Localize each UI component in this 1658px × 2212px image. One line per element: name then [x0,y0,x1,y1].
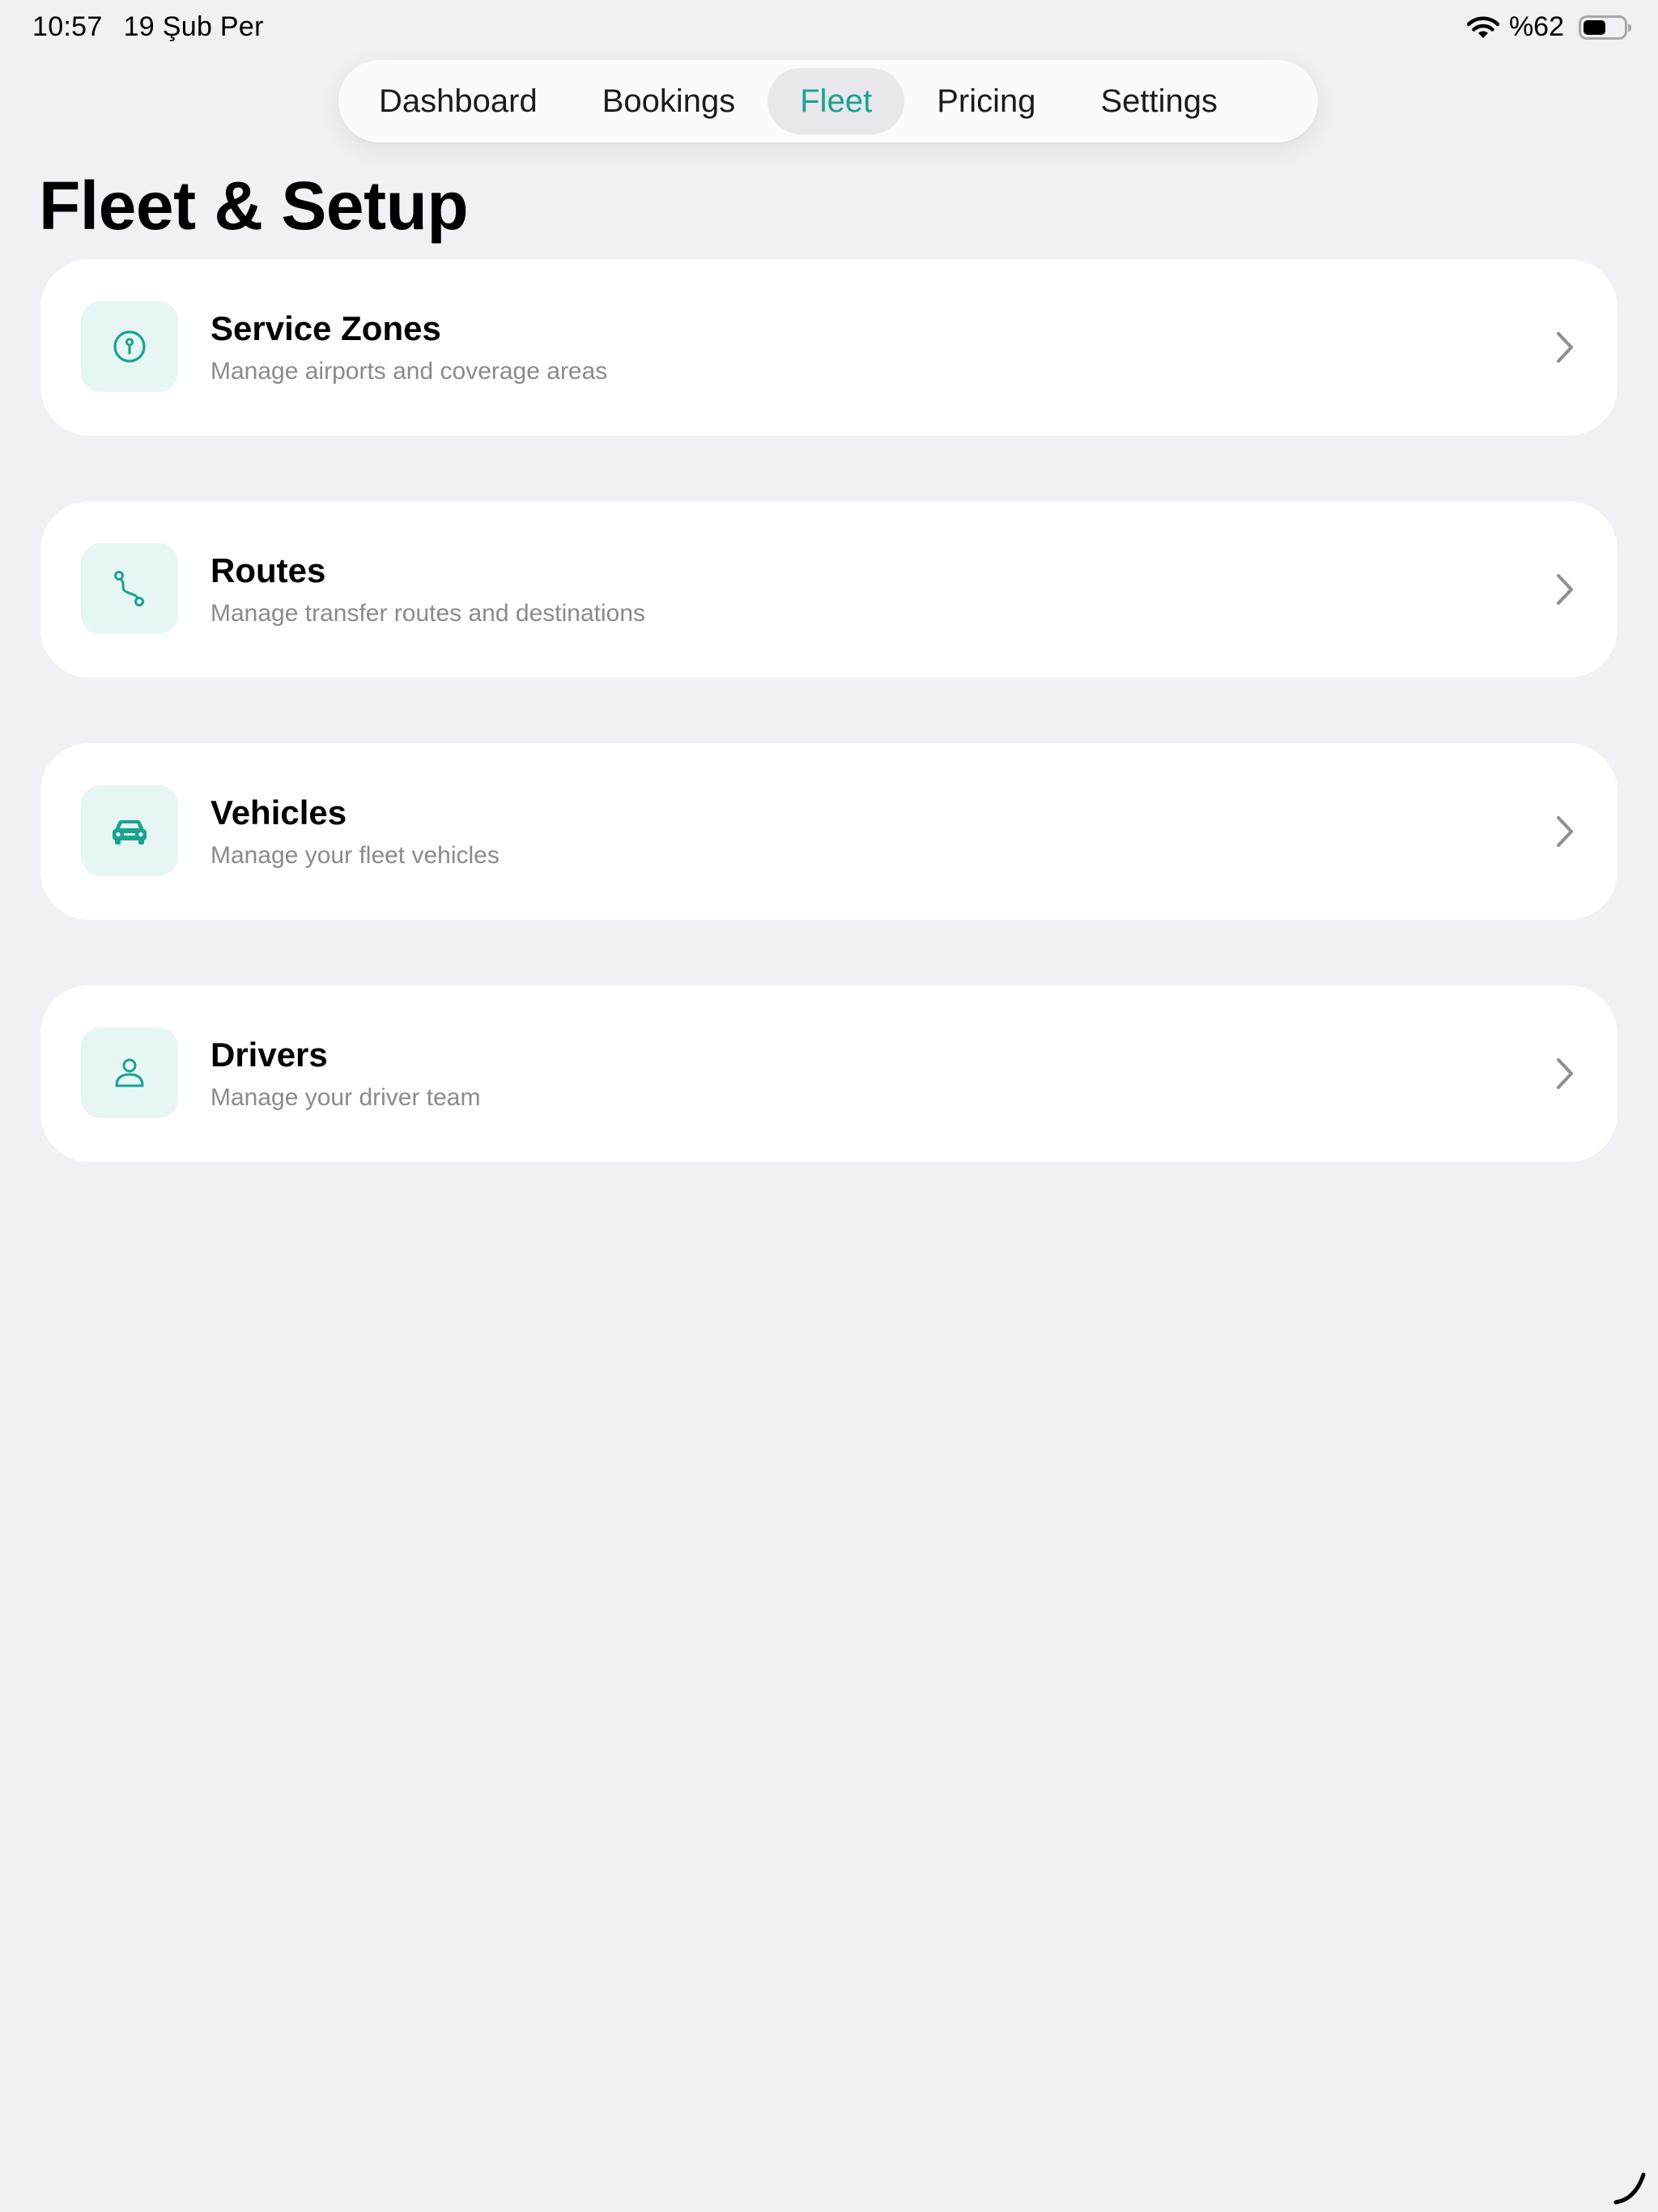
tab-settings[interactable]: Settings [1068,68,1250,134]
card-title: Routes [210,551,326,589]
resize-corner-icon [1613,2172,1646,2205]
status-time: 10:57 [32,11,103,42]
page-title: Fleet & Setup [39,168,469,244]
battery-level [1584,19,1606,35]
card-icon-tile [81,543,178,634]
tab-dashboard[interactable]: Dashboard [346,68,570,134]
battery-icon [1579,15,1631,40]
tab-fleet[interactable]: Fleet [767,68,905,134]
card-subtitle: Manage transfer routes and destinations [210,600,645,627]
drivers-card[interactable]: Drivers Manage your driver team [40,985,1618,1162]
card-subtitle: Manage airports and coverage areas [210,358,608,385]
route-icon [114,571,144,606]
tab-bookings[interactable]: Bookings [570,68,768,134]
card-title: Service Zones [210,309,441,347]
chevron-right-icon [1557,574,1573,605]
chevron-right-icon [1557,816,1573,847]
card-icon-tile [81,301,178,392]
card-icon-tile [81,785,178,876]
battery-percentage: %62 [1508,11,1564,42]
person-icon [115,1058,144,1087]
status-date: 19 Şub Per [123,11,264,42]
car-icon [113,820,147,844]
routes-card[interactable]: Routes Manage transfer routes and destin… [40,501,1618,678]
chevron-right-icon [1557,1058,1573,1089]
card-icon-tile [81,1027,178,1118]
card-subtitle: Manage your fleet vehicles [210,842,500,869]
card-subtitle: Manage your driver team [210,1084,481,1111]
tab-pricing[interactable]: Pricing [904,68,1068,134]
pin-icon [113,330,146,363]
top-tab-bar: Dashboard Bookings Fleet Pricing Setting… [338,60,1318,143]
chevron-right-icon [1557,332,1573,363]
card-title: Vehicles [210,793,347,832]
status-time-date: 10:57 19 Şub Per [32,11,264,43]
status-indicators: %62 [1466,11,1631,43]
wifi-icon [1466,16,1499,38]
vehicles-card[interactable]: Vehicles Manage your fleet vehicles [40,743,1618,920]
status-bar: 10:57 19 Şub Per %62 [0,0,1658,58]
service-zones-card[interactable]: Service Zones Manage airports and covera… [40,259,1618,436]
card-title: Drivers [210,1036,328,1074]
